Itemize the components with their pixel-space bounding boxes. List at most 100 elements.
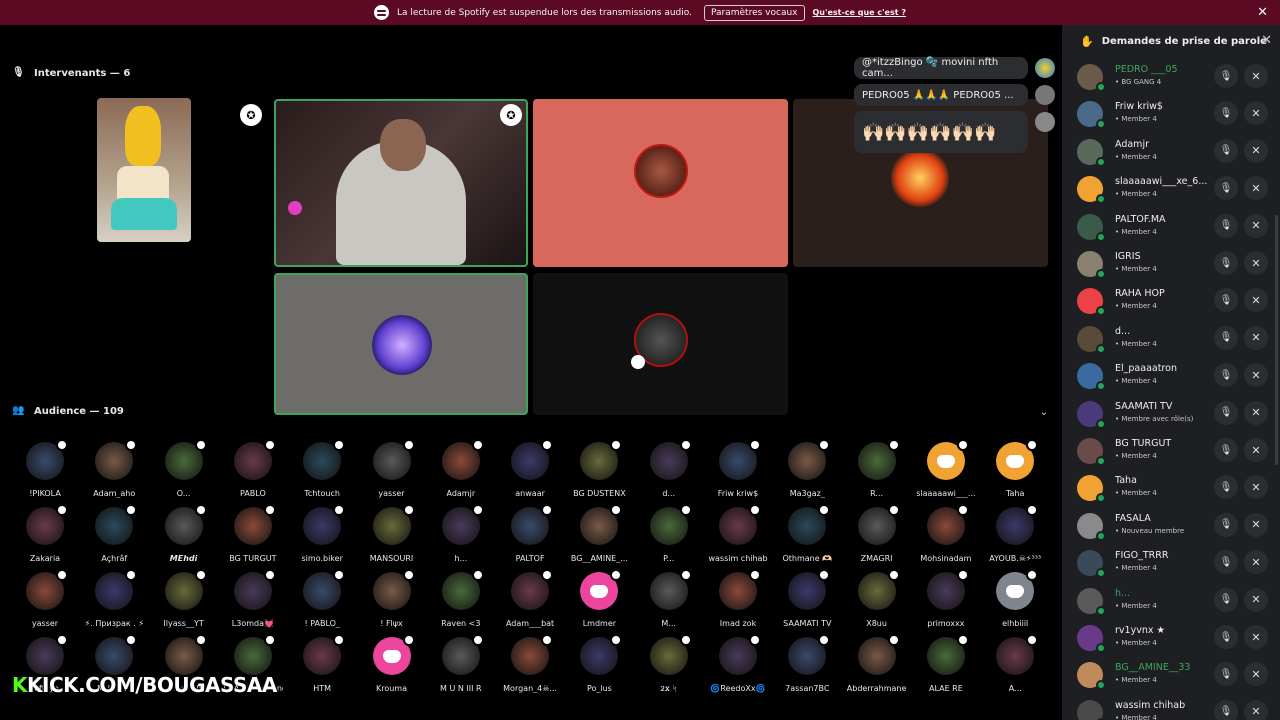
audience-member[interactable]: Adamjr	[431, 439, 491, 498]
dismiss-icon[interactable]: ✕	[1244, 251, 1268, 275]
audience-member[interactable]: yasser	[15, 569, 75, 628]
audience-member[interactable]: Lmdmer	[569, 569, 629, 628]
speaker-tile-red[interactable]	[533, 99, 788, 267]
scrollbar[interactable]	[1275, 215, 1278, 465]
audience-member[interactable]: Morgan_4☠...	[500, 634, 560, 693]
dismiss-icon[interactable]: ✕	[1244, 288, 1268, 313]
speaker-tile-dark[interactable]	[533, 273, 788, 415]
invite-to-speak-icon[interactable]: 🎙	[1214, 512, 1238, 537]
audience-member[interactable]: ⚡. Призрак . ⚡	[84, 569, 144, 628]
invite-to-speak-icon[interactable]: 🎙	[1214, 400, 1238, 425]
audience-member[interactable]: BG TURGUT	[223, 504, 283, 563]
audience-member[interactable]: PALTOF	[500, 504, 560, 563]
audience-member[interactable]: Aç̧hrâf	[84, 504, 144, 563]
audience-member[interactable]: ALAE RE	[916, 634, 976, 693]
audience-member[interactable]: MANSOURI	[362, 504, 422, 563]
audience-member[interactable]: yasser	[362, 439, 422, 498]
speaker-tile-orb[interactable]	[274, 273, 528, 415]
audience-member[interactable]: anwaar	[500, 439, 560, 498]
audience-member[interactable]: AYOUB.☠⚡³³³	[985, 504, 1045, 563]
audience-member[interactable]: Ilyass__YT	[154, 569, 214, 628]
audience-member[interactable]: PABLO	[223, 439, 283, 498]
invite-to-speak-icon[interactable]: 🎙	[1214, 64, 1238, 88]
audience-member[interactable]: X8uu	[847, 569, 907, 628]
whats-this-link[interactable]: Qu'est-ce que c'est ?	[813, 8, 907, 17]
audience-member[interactable]: M...	[639, 569, 699, 628]
audience-member[interactable]: Zakaria	[15, 504, 75, 563]
invite-to-speak-icon[interactable]: 🎙	[1214, 662, 1238, 687]
invite-to-speak-icon[interactable]: 🎙	[1214, 325, 1238, 350]
audience-member[interactable]: Othmane 🫶🏻	[777, 504, 837, 563]
audience-member[interactable]: Taha	[985, 439, 1045, 498]
invite-to-speak-icon[interactable]: 🎙	[1214, 288, 1238, 313]
audience-member[interactable]: h...	[431, 504, 491, 563]
audience-member[interactable]: Mohsinadam	[916, 504, 976, 563]
invite-to-speak-icon[interactable]: 🎙	[1214, 363, 1238, 388]
audience-member[interactable]: SAAMATI TV	[777, 569, 837, 628]
dismiss-icon[interactable]: ✕	[1244, 512, 1268, 537]
audience-member[interactable]: M U N III R	[431, 634, 491, 693]
dismiss-icon[interactable]: ✕	[1244, 138, 1268, 163]
dismiss-icon[interactable]: ✕	[1244, 64, 1268, 88]
dismiss-icon[interactable]: ✕	[1244, 213, 1268, 238]
dismiss-icon[interactable]: ✕	[1244, 625, 1268, 649]
audience-member[interactable]: Tchtouch	[292, 439, 352, 498]
dismiss-icon[interactable]: ✕	[1244, 325, 1268, 350]
invite-to-speak-icon[interactable]: 🎙	[1214, 625, 1238, 649]
dismiss-icon[interactable]: ✕	[1244, 587, 1268, 612]
audience-member[interactable]: wassim chihab	[708, 504, 768, 563]
invite-to-speak-icon[interactable]: 🎙	[1214, 213, 1238, 238]
invite-to-speak-icon[interactable]: 🎙	[1214, 138, 1238, 163]
audience-member[interactable]: Adam_aho	[84, 439, 144, 498]
panel-close-icon[interactable]: ✕	[1261, 33, 1272, 48]
audience-member[interactable]: 7assan7BC	[777, 634, 837, 693]
audience-member[interactable]: R...	[847, 439, 907, 498]
audience-member[interactable]: P...	[639, 504, 699, 563]
chevron-down-icon[interactable]: ⌄	[1040, 407, 1048, 418]
audience-member[interactable]: ZMAGRI	[847, 504, 907, 563]
audience-member[interactable]: Po_lus	[569, 634, 629, 693]
audience-member[interactable]: Abderrahmane	[847, 634, 907, 693]
audience-member[interactable]: 𝟐𝐗 ᛋ	[639, 634, 699, 693]
notice-close-icon[interactable]: ✕	[1257, 5, 1268, 20]
audience-member[interactable]: 𝙈𝙀𝙝𝙙𝙞	[154, 504, 214, 563]
audience-member[interactable]: Friw kriw$	[708, 439, 768, 498]
invite-to-speak-icon[interactable]: 🎙	[1214, 699, 1238, 720]
dismiss-icon[interactable]: ✕	[1244, 662, 1268, 687]
audience-member[interactable]: Imad zok	[708, 569, 768, 628]
audience-member[interactable]: primoxxx	[916, 569, 976, 628]
speaker-tile-camera[interactable]	[274, 99, 528, 267]
audience-member[interactable]: elhbiiil	[985, 569, 1045, 628]
dismiss-icon[interactable]: ✕	[1244, 400, 1268, 425]
audience-member[interactable]: 🌀ReedoXx🌀	[708, 634, 768, 693]
audience-member[interactable]: d...	[639, 439, 699, 498]
dismiss-icon[interactable]: ✕	[1244, 176, 1268, 201]
audience-member[interactable]: Ma3gaz_	[777, 439, 837, 498]
invite-to-speak-icon[interactable]: 🎙	[1214, 550, 1238, 575]
dismiss-icon[interactable]: ✕	[1244, 699, 1268, 720]
audience-member[interactable]: ! PABLO_	[292, 569, 352, 628]
audience-member[interactable]: L3omda💓	[223, 569, 283, 628]
invite-to-speak-icon[interactable]: 🎙	[1214, 176, 1238, 201]
audience-member[interactable]: slaaaaawi___...	[916, 439, 976, 498]
audience-member[interactable]: HTM	[292, 634, 352, 693]
audience-member[interactable]: ! Flψx	[362, 569, 422, 628]
invite-to-speak-icon[interactable]: 🎙	[1214, 251, 1238, 275]
audience-member[interactable]: Adam___bat	[500, 569, 560, 628]
audience-member[interactable]: BG DUSTENX	[569, 439, 629, 498]
dismiss-icon[interactable]: ✕	[1244, 101, 1268, 126]
audience-member[interactable]: Krouma	[362, 634, 422, 693]
invite-to-speak-icon[interactable]: 🎙	[1214, 475, 1238, 500]
audience-member[interactable]: Raven <3	[431, 569, 491, 628]
invite-to-speak-icon[interactable]: 🎙	[1214, 101, 1238, 126]
invite-to-speak-icon[interactable]: 🎙	[1214, 438, 1238, 462]
voice-settings-button[interactable]: Paramètres vocaux	[703, 4, 805, 21]
speaker-tile-homer[interactable]	[97, 98, 191, 242]
audience-member[interactable]: !PIKOLA	[15, 439, 75, 498]
audience-member[interactable]: O...	[154, 439, 214, 498]
dismiss-icon[interactable]: ✕	[1244, 363, 1268, 388]
audience-member[interactable]: BG__AMINE_...	[569, 504, 629, 563]
audience-member[interactable]: A...	[985, 634, 1045, 693]
dismiss-icon[interactable]: ✕	[1244, 475, 1268, 500]
audience-member[interactable]: simo.biker	[292, 504, 352, 563]
